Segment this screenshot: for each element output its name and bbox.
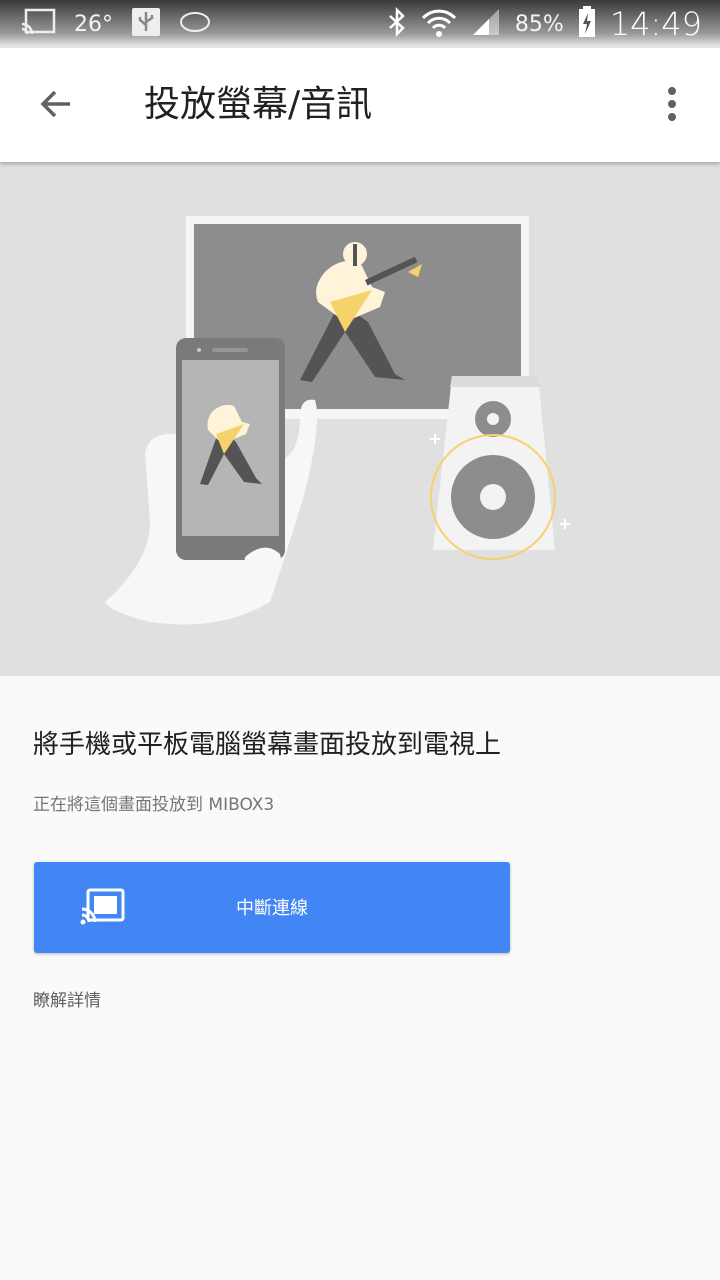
cast-icon [20, 8, 56, 40]
clock: 14:49 [609, 5, 702, 43]
status-bar: 26° 85% 14:49 [0, 0, 720, 48]
page-title: 投放螢幕/音訊 [144, 84, 373, 125]
arrow-back-icon [38, 86, 74, 126]
disconnect-button-label: 中斷連線 [236, 898, 308, 919]
learn-more-link[interactable]: 瞭解詳情 [33, 986, 101, 1011]
app-notification-icon [179, 11, 211, 37]
battery-percent: 85% [514, 11, 564, 37]
more-vert-icon [666, 86, 678, 126]
overflow-menu-button[interactable] [652, 78, 692, 134]
bluetooth-icon [387, 6, 407, 41]
speaker-illustration [430, 376, 570, 560]
back-button[interactable] [28, 78, 84, 134]
headline: 將手機或平板電腦螢幕畫面投放到電視上 [33, 730, 502, 760]
temperature-text: 26° [74, 11, 113, 37]
app-bar: 投放螢幕/音訊 [0, 48, 720, 162]
signal-icon [471, 7, 501, 41]
wifi-icon [421, 6, 457, 42]
battery-charging-icon [578, 6, 596, 42]
hero-illustration [0, 162, 720, 676]
casting-status-text: 正在將這個畫面投放到 MIBOX3 [33, 795, 275, 815]
disconnect-button[interactable]: 中斷連線 [34, 862, 510, 953]
usb-icon [131, 7, 161, 41]
phone-illustration [176, 338, 285, 560]
